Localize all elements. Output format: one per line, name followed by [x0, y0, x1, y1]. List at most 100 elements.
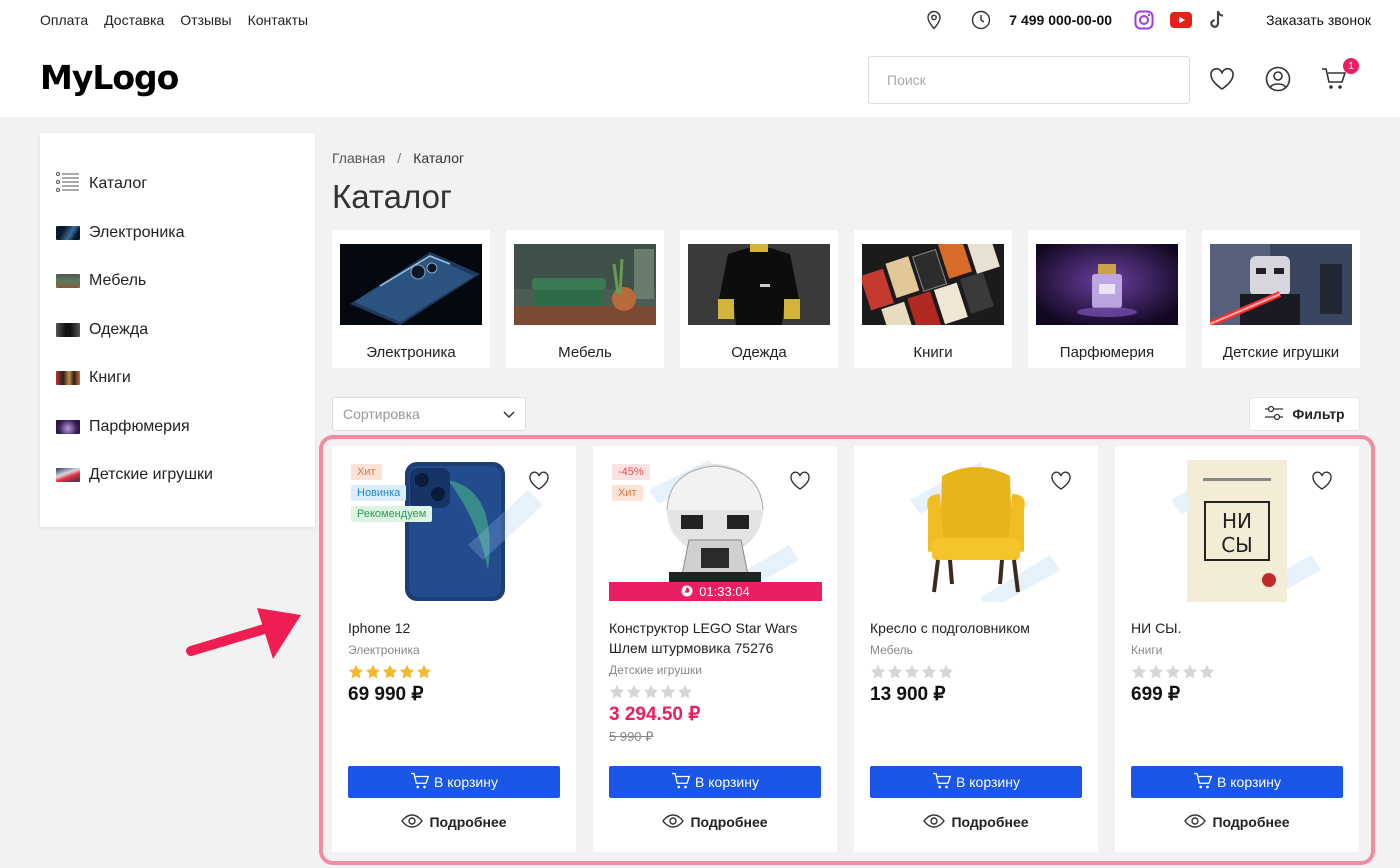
- star-icon: [365, 664, 381, 679]
- details-link[interactable]: Подробнее: [1131, 812, 1343, 832]
- tag-hit: Хит: [612, 485, 643, 501]
- product-name[interactable]: НИ СЫ.: [1131, 618, 1346, 638]
- filter-label: Фильтр: [1292, 406, 1345, 422]
- add-to-cart-button[interactable]: В корзину: [348, 766, 560, 798]
- details-link[interactable]: Подробнее: [348, 812, 560, 832]
- category-tile-clothing[interactable]: Одежда: [680, 230, 838, 368]
- instagram-icon[interactable]: [1134, 10, 1154, 30]
- star-icon: [382, 664, 398, 679]
- callback-link[interactable]: Заказать звонок: [1266, 12, 1371, 28]
- tag-discount: -45%: [612, 464, 650, 480]
- nav-link-reviews[interactable]: Отзывы: [180, 12, 231, 28]
- sidebar-item-electronics[interactable]: Электроника: [40, 209, 315, 258]
- breadcrumb-current: Каталог: [413, 150, 465, 166]
- books-thumbnail: [56, 371, 80, 386]
- product-price: 13 900 ₽: [870, 684, 946, 705]
- cart-icon: [410, 772, 430, 793]
- sidebar-item-furniture[interactable]: Мебель: [40, 257, 315, 306]
- star-icon: [1165, 664, 1181, 679]
- details-label: Подробнее: [690, 814, 768, 830]
- sort-select[interactable]: Сортировка: [332, 397, 526, 431]
- nav-link-contacts[interactable]: Контакты: [248, 12, 308, 28]
- add-to-favorites-heart-icon[interactable]: [1050, 471, 1072, 496]
- category-name: Электроника: [366, 344, 456, 361]
- add-to-cart-button[interactable]: В корзину: [609, 766, 821, 798]
- category-name: Книги: [913, 344, 953, 361]
- details-link[interactable]: Подробнее: [609, 812, 821, 832]
- add-to-favorites-heart-icon[interactable]: [1311, 471, 1333, 496]
- search-input[interactable]: [868, 56, 1190, 104]
- category-tile-toys[interactable]: Детские игрушки: [1202, 230, 1360, 368]
- add-to-favorites-heart-icon[interactable]: [789, 471, 811, 496]
- star-icon: [677, 684, 693, 699]
- youtube-icon[interactable]: [1170, 12, 1193, 28]
- sidebar-item-clothing[interactable]: Одежда: [40, 306, 315, 355]
- sort-placeholder: Сортировка: [343, 406, 420, 422]
- location-pin-icon[interactable]: [925, 10, 943, 30]
- product-category: Электроника: [348, 643, 420, 657]
- product-info: Конструктор LEGO Star Wars Шлем штурмови…: [609, 618, 824, 747]
- nav-link-delivery[interactable]: Доставка: [104, 12, 164, 28]
- furniture-image: [514, 244, 656, 325]
- star-icon: [921, 664, 937, 679]
- category-tile-electronics[interactable]: Электроника: [332, 230, 490, 368]
- category-tile-furniture[interactable]: Мебель: [506, 230, 664, 368]
- product-name[interactable]: Iphone 12: [348, 618, 563, 638]
- add-to-cart-label: В корзину: [434, 774, 498, 790]
- rating-stars: [609, 684, 824, 700]
- cart-icon[interactable]: 1: [1321, 58, 1359, 91]
- favorites-heart-icon[interactable]: [1209, 67, 1235, 91]
- product-info: Кресло с подголовником Мебель 13 900 ₽: [870, 618, 1085, 705]
- add-to-cart-button[interactable]: В корзину: [870, 766, 1082, 798]
- header-actions: 1: [1209, 58, 1359, 92]
- product-category: Детские игрушки: [609, 663, 702, 677]
- svg-text:СЫ: СЫ: [1221, 533, 1253, 557]
- category-name: Мебель: [558, 344, 612, 361]
- product-info: Iphone 12 Электроника 69 990 ₽: [348, 618, 563, 705]
- star-icon: [609, 684, 625, 699]
- eye-icon: [662, 813, 685, 831]
- electronics-thumbnail: [56, 225, 80, 240]
- toys-image: [1208, 244, 1352, 327]
- product-grid: Хит Новинка Рекомендуем Iphone 12 Электр…: [332, 446, 1359, 852]
- sidebar-item-catalog[interactable]: Каталог: [40, 160, 315, 209]
- clothing-image: [688, 244, 830, 325]
- product-name[interactable]: Кресло с подголовником: [870, 618, 1085, 638]
- sidebar-item-perfume[interactable]: Парфюмерия: [40, 403, 315, 452]
- tiktok-icon[interactable]: [1208, 10, 1226, 30]
- filter-button[interactable]: Фильтр: [1249, 397, 1360, 431]
- add-to-favorites-heart-icon[interactable]: [528, 471, 550, 496]
- chevron-down-icon: [503, 406, 515, 422]
- category-tile-perfume[interactable]: Парфюмерия: [1028, 230, 1186, 368]
- product-info: НИ СЫ. Книги 699 ₽: [1131, 618, 1346, 705]
- list-icon: [56, 171, 80, 198]
- perfume-image: [1036, 244, 1178, 325]
- logo[interactable]: MyLogo: [40, 58, 179, 97]
- star-icon: [887, 664, 903, 679]
- sidebar-item-label: Электроника: [89, 223, 185, 241]
- breadcrumb-home[interactable]: Главная: [332, 150, 385, 166]
- clock-icon[interactable]: [971, 10, 991, 30]
- sidebar-item-label: Каталог: [89, 175, 148, 193]
- category-name: Парфюмерия: [1059, 344, 1155, 361]
- nav-link-payment[interactable]: Оплата: [40, 12, 88, 28]
- rating-stars: [1131, 664, 1346, 680]
- sidebar-item-label: Парфюмерия: [89, 417, 190, 435]
- user-account-icon[interactable]: [1265, 66, 1291, 92]
- product-name[interactable]: Конструктор LEGO Star Wars Шлем штурмови…: [609, 618, 824, 658]
- rating-stars: [870, 664, 1085, 680]
- star-icon: [1148, 664, 1164, 679]
- phone-number[interactable]: 7 499 000-00-00: [1009, 12, 1112, 28]
- category-tile-books[interactable]: Книги: [854, 230, 1012, 368]
- eye-icon: [401, 813, 424, 831]
- details-link[interactable]: Подробнее: [870, 812, 1082, 832]
- product-tags: -45% Хит: [612, 464, 650, 501]
- product-card: НИ СЫ НИ СЫ. Книги 699 ₽ В корзину Подроб…: [1115, 446, 1359, 852]
- pointer-arrow-icon: [185, 605, 305, 668]
- sidebar-item-books[interactable]: Книги: [40, 354, 315, 403]
- star-icon: [1182, 664, 1198, 679]
- product-sale-price: 3 294.50 ₽: [609, 704, 701, 725]
- sidebar-item-label: Одежда: [89, 320, 149, 338]
- sidebar-item-toys[interactable]: Детские игрушки: [40, 451, 315, 500]
- add-to-cart-button[interactable]: В корзину: [1131, 766, 1343, 798]
